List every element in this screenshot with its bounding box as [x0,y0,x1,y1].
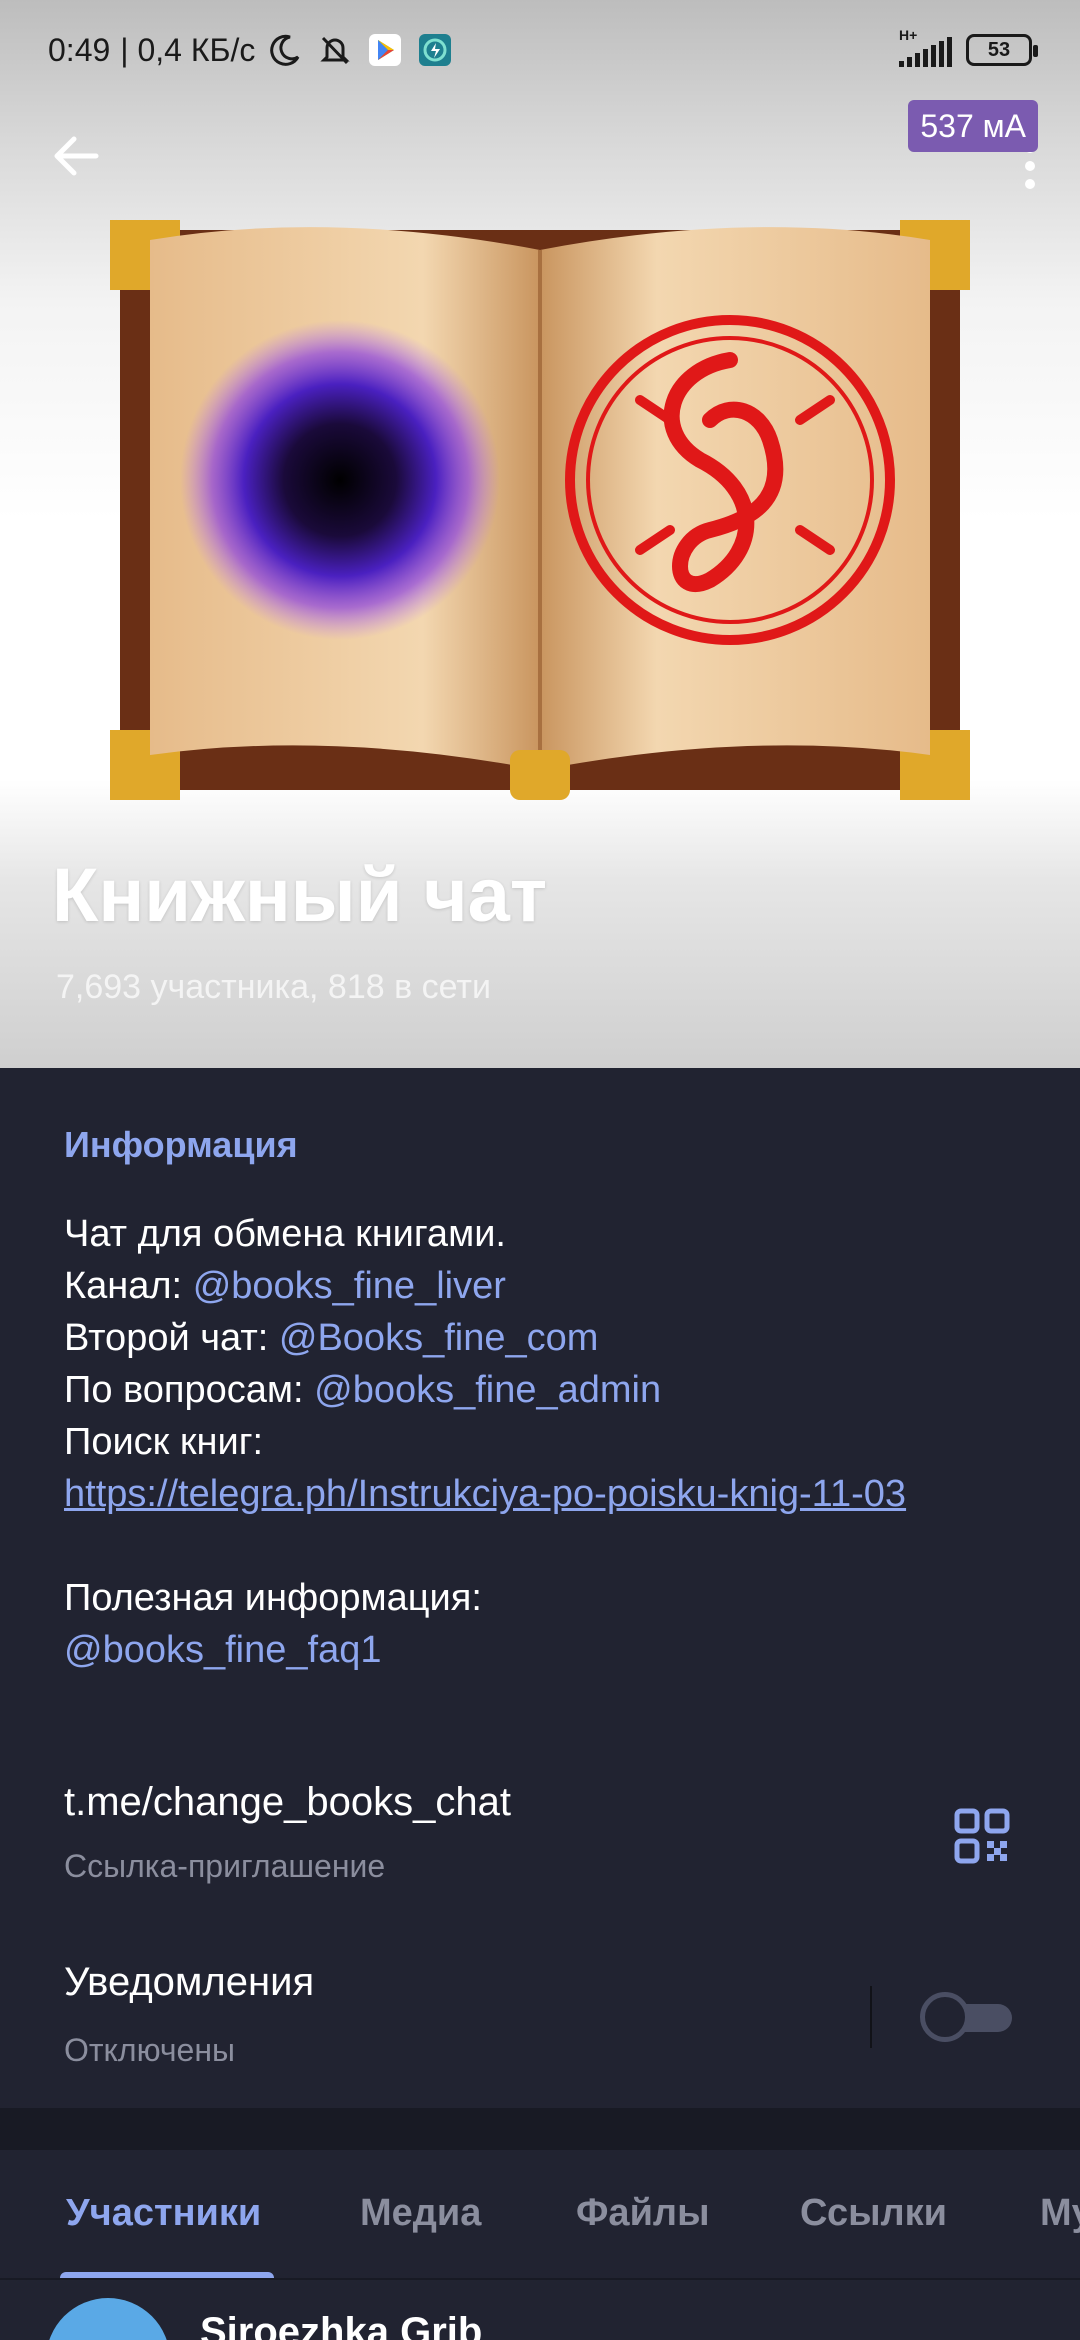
channel-label: Канал: [64,1265,193,1307]
chat-title: Книжный чат [52,853,548,938]
profile-header: 537 мА Книжный чат 7,693 участника, 818 … [0,0,1080,1068]
network-type: H+ [899,27,918,43]
app-shield-icon [415,30,455,70]
play-store-icon [365,30,405,70]
questions-label: По вопросам: [64,1369,315,1411]
invite-link[interactable]: t.me/change_books_chat [64,1780,511,1825]
signal-icon: H+ [899,27,952,67]
avatar [46,2298,170,2340]
second-chat-label: Второй чат: [64,1317,279,1359]
channel-link[interactable]: @books_fine_liver [193,1265,506,1307]
status-bar: 0:49 | 0,4 КБ/с H+ 53 [0,0,1080,100]
faq-link[interactable]: @books_fine_faq1 [64,1624,1014,1676]
tab-files[interactable]: Файлы [576,2192,710,2235]
moon-icon [265,30,305,70]
status-time: 0:49 [48,31,111,68]
tab-media[interactable]: Медиа [360,2192,481,2235]
chat-member-count: 7,693 участника, 818 в сети [56,968,491,1006]
back-arrow-icon [54,136,99,176]
chat-description: Чат для обмена книгами. Канал: @books_fi… [64,1208,1014,1676]
info-heading: Информация [64,1124,298,1165]
status-speed: | 0,4 КБ/с [120,31,256,68]
invite-link-caption: Ссылка-приглашение [64,1848,386,1884]
member-list-item[interactable]: Siroezhka Grib [0,2280,1080,2340]
bell-muted-icon [315,30,355,70]
useful-info-label: Полезная информация: [64,1577,482,1619]
info-section: Информация Чат для обмена книгами. Канал… [0,1068,1080,2108]
media-tabs: Участники Медиа Файлы Ссылки Му [0,2150,1080,2280]
notifications-toggle[interactable] [920,1992,1016,2042]
active-tab-indicator [60,2272,274,2278]
admin-link[interactable]: @books_fine_admin [314,1369,661,1411]
search-instructions-url[interactable]: https://telegra.ph/Instrukciya-po-poisku… [64,1468,1014,1520]
notifications-status: Отключены [64,2032,236,2068]
chat-avatar-image[interactable] [110,210,970,810]
qr-code-icon[interactable] [954,1808,1010,1864]
section-separator [0,2108,1080,2150]
member-name: Siroezhka Grib [200,2310,483,2340]
battery-icon: 53 [966,34,1038,66]
tab-links[interactable]: Ссылки [800,2192,947,2235]
row-divider [870,1986,872,2048]
description-line: Чат для обмена книгами. [64,1213,506,1255]
notifications-label: Уведомления [64,1960,315,2004]
notifications-row[interactable]: Уведомления Отключены [0,1948,1080,2088]
search-label: Поиск книг: [64,1421,264,1463]
invite-link-row[interactable]: t.me/change_books_chat Ссылка-приглашени… [0,1768,1080,1908]
battery-level: 53 [987,38,1011,61]
back-button[interactable] [40,120,112,192]
tab-music[interactable]: Му [1040,2192,1080,2235]
tab-members[interactable]: Участники [66,2192,261,2235]
second-chat-link[interactable]: @Books_fine_com [279,1317,599,1359]
current-overlay-badge: 537 мА [908,100,1038,152]
